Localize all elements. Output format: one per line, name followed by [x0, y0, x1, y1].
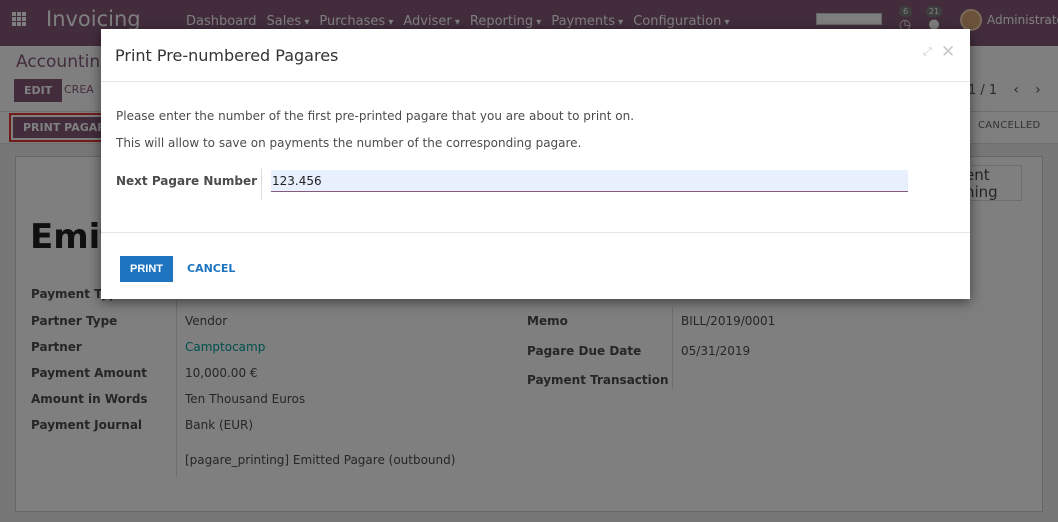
dialog-header: Print Pre-numbered Pagares ⤢ ✕ — [101, 29, 970, 82]
dialog-footer: PRINT CANCEL — [101, 232, 970, 299]
instruction-line-1: Please enter the number of the first pre… — [116, 109, 635, 123]
instruction-line-2: This will allow to save on payments the … — [116, 136, 582, 150]
print-button[interactable]: PRINT — [120, 256, 173, 282]
cancel-button[interactable]: CANCEL — [187, 262, 235, 275]
expand-icon[interactable]: ⤢ — [923, 45, 932, 59]
next-pagare-number-label: Next Pagare Number — [116, 174, 258, 188]
close-icon[interactable]: ✕ — [941, 42, 955, 62]
field-separator — [261, 168, 262, 200]
next-pagare-number-input[interactable] — [271, 170, 908, 192]
print-pagares-dialog: Print Pre-numbered Pagares ⤢ ✕ Please en… — [101, 29, 970, 299]
dialog-title: Print Pre-numbered Pagares — [115, 46, 339, 65]
